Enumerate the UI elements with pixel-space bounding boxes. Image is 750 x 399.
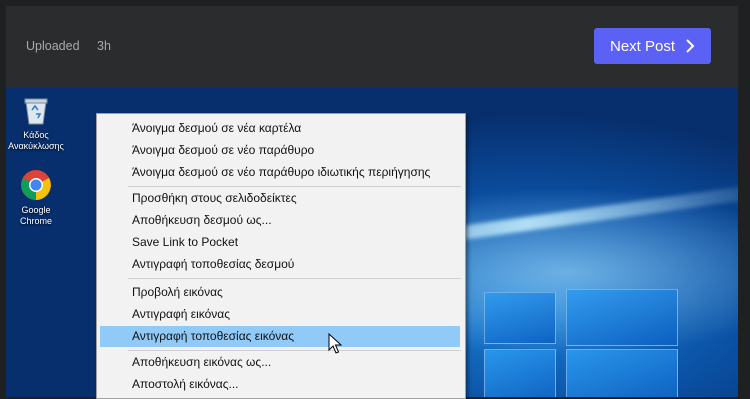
menu-item-copy-image-location[interactable]: Αντιγραφή τοποθεσίας εικόνας bbox=[100, 326, 460, 347]
menu-item-send-image[interactable]: Αποστολή εικόνας... bbox=[100, 374, 460, 395]
windows-logo-pane bbox=[566, 349, 678, 397]
menu-separator bbox=[128, 350, 461, 351]
menu-item-save-image-as[interactable]: Αποθήκευση εικόνας ως... bbox=[100, 352, 460, 373]
menu-separator bbox=[128, 186, 461, 187]
next-post-label: Next Post bbox=[609, 37, 676, 55]
menu-item-copy-link-location[interactable]: Αντιγραφή τοποθεσίας δεσμού bbox=[100, 254, 460, 275]
menu-item-view-image[interactable]: Προβολή εικόνας bbox=[100, 282, 460, 303]
upload-meta: Uploaded 3h bbox=[26, 39, 111, 53]
chrome-label-2: Chrome bbox=[19, 216, 52, 226]
windows-logo-pane bbox=[566, 289, 678, 346]
mouse-cursor-icon bbox=[328, 333, 342, 354]
menu-item-open-link-new-window[interactable]: Άνοιγμα δεσμού σε νέο παράθυρο bbox=[100, 140, 460, 161]
desktop-icon-recycle-bin[interactable]: Κάδος Ανακύκλωσης bbox=[0, 93, 72, 152]
menu-item-open-link-new-tab[interactable]: Άνοιγμα δεσμού σε νέα καρτέλα bbox=[100, 118, 460, 139]
windows-logo-pane bbox=[484, 349, 556, 397]
menu-item-save-link-to-pocket[interactable]: Save Link to Pocket bbox=[100, 232, 460, 253]
chrome-icon bbox=[19, 168, 53, 202]
context-menu: Άνοιγμα δεσμού σε νέα καρτέλα Άνοιγμα δε… bbox=[96, 113, 466, 399]
windows-logo-pane bbox=[484, 292, 556, 344]
uploaded-ago: 3h bbox=[97, 39, 111, 53]
menu-item-copy-image[interactable]: Αντιγραφή εικόνας bbox=[100, 304, 460, 325]
menu-item-open-link-private-window[interactable]: Άνοιγμα δεσμού σε νέο παράθυρο ιδιωτικής… bbox=[100, 162, 460, 183]
next-post-button[interactable]: Next Post bbox=[594, 28, 711, 64]
menu-item-save-link-as[interactable]: Αποθήκευση δεσμού ως... bbox=[100, 210, 460, 231]
desktop-icon-google-chrome[interactable]: Google Chrome bbox=[0, 168, 72, 227]
menu-separator bbox=[128, 278, 461, 279]
recycle-bin-label-1: Κάδος bbox=[23, 130, 49, 140]
menu-item-bookmark-link[interactable]: Προσθήκη στους σελιδοδείκτες bbox=[100, 188, 460, 209]
recycle-bin-icon bbox=[19, 93, 53, 127]
recycle-bin-label-2: Ανακύκλωσης bbox=[8, 141, 64, 151]
uploaded-label: Uploaded bbox=[26, 39, 80, 53]
chrome-label-1: Google bbox=[21, 205, 51, 215]
chevron-right-icon bbox=[686, 39, 695, 53]
